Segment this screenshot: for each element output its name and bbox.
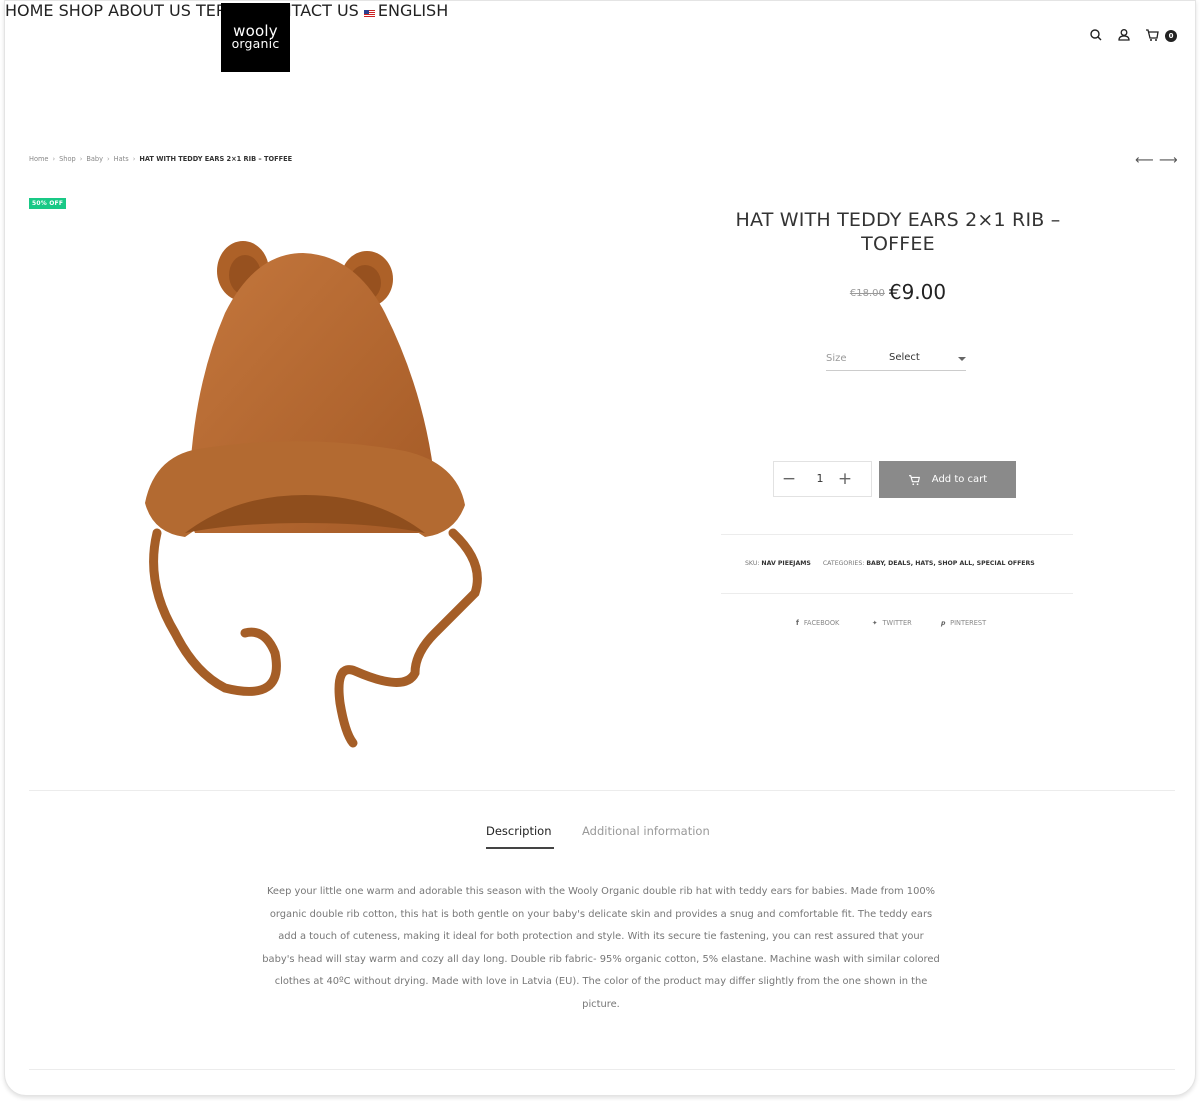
page-frame: wooly organic HOME SHOP ABOUT US TERMS C… [4, 0, 1196, 1096]
breadcrumb-shop[interactable]: Shop [59, 155, 76, 163]
user-icon[interactable] [1116, 27, 1132, 43]
language-label: ENGLISH [377, 1, 449, 20]
sku-label: SKU: [745, 560, 760, 567]
size-select[interactable]: Size Select [826, 351, 966, 371]
us-flag-icon [363, 10, 375, 17]
main-nav: HOME SHOP ABOUT US TERMS CONTACT US ENGL… [5, 1, 1195, 20]
active-tab-underline [486, 847, 554, 849]
categories-label: CATEGORIES: [822, 560, 865, 567]
search-icon[interactable] [1088, 27, 1104, 43]
size-value: Select [889, 352, 920, 363]
breadcrumb-baby[interactable]: Baby [86, 155, 103, 163]
add-to-cart-button[interactable]: Add to cart [879, 461, 1016, 498]
share-twitter[interactable]: ✦ TWITTER [872, 619, 912, 627]
breadcrumb-current: HAT WITH TEDDY EARS 2×1 RIB – TOFFEE [139, 155, 293, 163]
site-logo[interactable]: wooly organic [221, 3, 290, 72]
cart-icon [908, 474, 920, 485]
share-pinterest[interactable]: 𝒑 PINTEREST [941, 619, 986, 628]
cart-count-badge: 0 [1165, 30, 1177, 42]
twitter-label: TWITTER [882, 619, 912, 627]
nav-language[interactable]: ENGLISH [363, 1, 449, 20]
pinterest-label: PINTEREST [950, 619, 987, 627]
current-price: €9.00 [888, 280, 947, 304]
description-line: baby's head will stay warm and cozy all … [262, 953, 940, 965]
description-line: organic double rib cotton, this hat is b… [269, 908, 933, 920]
breadcrumb: Home › Shop › Baby › Hats › HAT WITH TEDDY EARS … [29, 155, 293, 163]
size-label: Size [826, 353, 847, 364]
description-line: add a touch of cuteness, making it ideal… [278, 931, 924, 942]
breadcrumb-hats[interactable]: Hats [114, 155, 129, 163]
product-meta: SKU: NAV PIEEJAMS CATEGORIES: BABY, DEAL… [745, 560, 1035, 567]
section-divider [29, 790, 1175, 791]
tab-additional-information[interactable]: Additional information [582, 824, 710, 838]
cart-icon[interactable] [1144, 27, 1160, 43]
nav-home[interactable]: HOME [5, 1, 54, 20]
facebook-icon: f [796, 619, 799, 627]
decrease-quantity-button[interactable]: − [779, 469, 799, 489]
breadcrumb-home[interactable]: Home [29, 155, 48, 163]
previous-product-arrow-icon[interactable]: ⟵ [1135, 153, 1154, 168]
product-price: €18.00 €9.00 [723, 280, 1073, 304]
old-price: €18.00 [849, 288, 885, 299]
quantity-input[interactable]: 1 [812, 472, 828, 485]
product-image[interactable] [135, 233, 495, 753]
nav-about-us[interactable]: ABOUT US [108, 1, 191, 20]
divider [721, 593, 1073, 594]
pinterest-icon: 𝒑 [941, 619, 946, 627]
product-title: HAT WITH TEDDY EARS 2×1 RIB – TOFFEE [735, 209, 1061, 255]
description-line: clothes at 40ºC without drying. Made wit… [274, 976, 928, 987]
categories-value[interactable]: BABY, DEALS, HATS, SHOP ALL, SPECIAL OFF… [866, 560, 1034, 567]
chevron-down-icon [958, 357, 966, 361]
section-divider [29, 1069, 1175, 1070]
next-product-arrow-icon[interactable]: ⟶ [1159, 153, 1178, 168]
share-facebook[interactable]: f FACEBOOK [796, 619, 839, 627]
increase-quantity-button[interactable]: + [835, 469, 855, 489]
divider [721, 534, 1073, 535]
quantity-stepper: − 1 + [773, 461, 872, 497]
product-description: Keep your little one warm and adorable t… [245, 881, 957, 1016]
sale-badge: 50% OFF [29, 198, 67, 209]
facebook-label: FACEBOOK [803, 619, 840, 627]
tab-description[interactable]: Description [486, 824, 552, 838]
sku-value: NAV PIEEJAMS [761, 560, 811, 567]
add-to-cart-label: Add to cart [931, 474, 988, 485]
description-line: picture. [582, 998, 620, 1010]
logo-line2: organic [231, 36, 280, 51]
nav-shop[interactable]: SHOP [59, 1, 103, 20]
description-line: Keep your little one warm and adorable t… [266, 886, 936, 897]
twitter-icon: ✦ [872, 619, 878, 627]
